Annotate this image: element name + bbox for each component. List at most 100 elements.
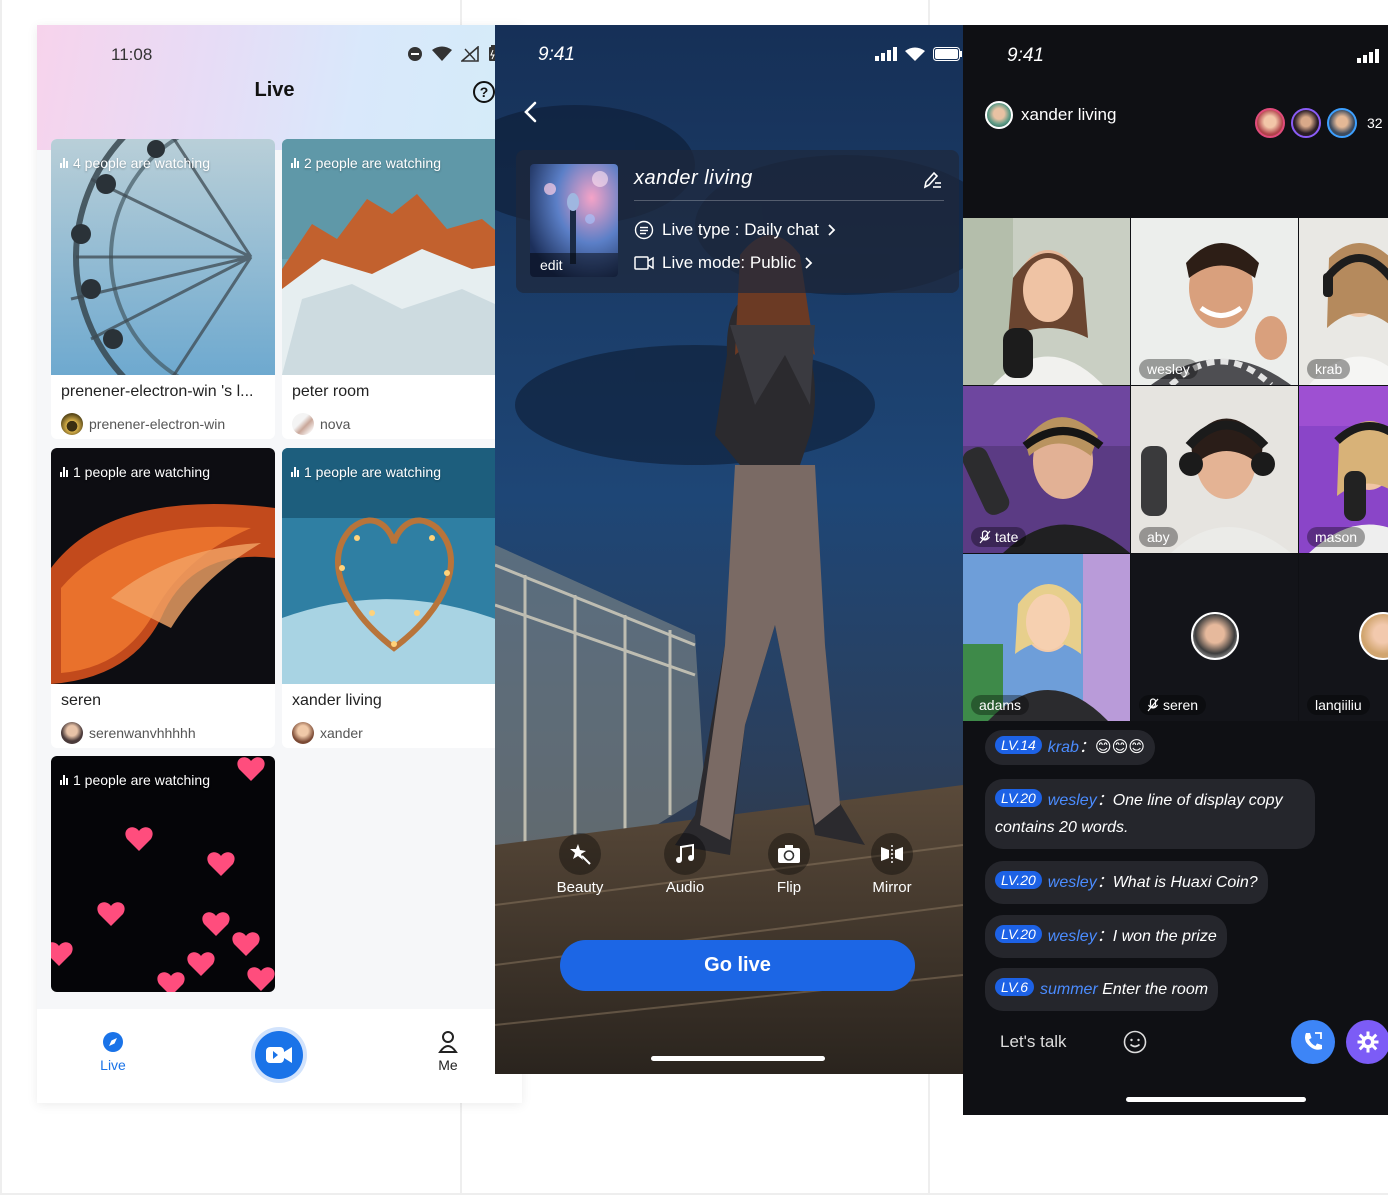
mirror-button[interactable]: Mirror: [852, 833, 932, 896]
room-cover: [282, 139, 506, 375]
avatar: [61, 413, 83, 435]
live-list-screen: 11:08 Live ? 4 people are watching prene…: [37, 25, 522, 1103]
flip-label: Flip: [776, 879, 802, 896]
chat-username[interactable]: wesley: [1048, 874, 1097, 891]
chat-username[interactable]: wesley: [1048, 792, 1097, 809]
chat-text: ：What is Huaxi Coin?: [1096, 874, 1258, 891]
video-tile[interactable]: lanqiiliu: [1299, 554, 1388, 721]
room-card[interactable]: 1 people are watching seren serenwanvhhh…: [51, 448, 275, 748]
divider: [634, 200, 944, 201]
page-title: Live: [254, 79, 295, 101]
watching-text: 1 people are watching: [73, 464, 210, 480]
video-tile[interactable]: seren: [1131, 554, 1298, 721]
magic-wand-icon: [559, 833, 601, 875]
avatar: [1191, 612, 1239, 660]
mic-off-icon: [1147, 698, 1159, 712]
level-badge: LV.14: [995, 736, 1042, 754]
chat-text: Enter the room: [1097, 981, 1209, 998]
room-cover: [51, 448, 275, 684]
owner-name: prenener-electron-win: [89, 416, 226, 432]
room-card[interactable]: 1 people are watching xander living xand…: [282, 448, 506, 748]
room-card[interactable]: 4 people are watching prenener-electron-…: [51, 139, 275, 439]
chat-username[interactable]: summer: [1040, 981, 1098, 998]
chat-message: LV.6 summer Enter the room: [985, 968, 1219, 1011]
call-button[interactable]: [1291, 1020, 1335, 1064]
watching-text: 1 people are watching: [304, 464, 441, 480]
list-icon: [634, 220, 654, 240]
owner-name: xander: [320, 725, 363, 741]
battery-icon: [933, 47, 962, 61]
avatar: [61, 722, 83, 744]
mirror-label: Mirror: [872, 879, 912, 896]
wifi-icon: [905, 47, 925, 61]
watching-text: 2 people are watching: [304, 155, 441, 171]
chat-message: LV.20 wesley：One line of display copy con…: [985, 779, 1315, 849]
beauty-button[interactable]: Beauty: [540, 833, 620, 896]
stats-icon: [60, 158, 68, 168]
watching-count: 1 people are watching: [60, 772, 210, 788]
beauty-label: Beauty: [556, 879, 604, 896]
avatar: [292, 413, 314, 435]
cover-edit-label[interactable]: edit: [530, 253, 618, 277]
room-card[interactable]: 2 people are watching peter room nova: [282, 139, 506, 439]
stats-icon: [60, 467, 68, 477]
live-type-row[interactable]: Live type : Daily chat: [634, 220, 836, 240]
video-icon: [634, 256, 654, 270]
watching-count: 4 people are watching: [60, 155, 210, 171]
watching-text: 1 people are watching: [73, 772, 210, 788]
video-tile[interactable]: adams: [963, 554, 1130, 721]
watching-count: 1 people are watching: [291, 464, 441, 480]
chat-username[interactable]: krab: [1048, 739, 1079, 756]
stats-icon: [291, 467, 299, 477]
nav-me[interactable]: Me: [430, 1031, 466, 1073]
chat-text: ：I won the prize: [1096, 928, 1217, 945]
audio-button[interactable]: Audio: [645, 833, 725, 896]
host-info[interactable]: xander living: [985, 101, 1116, 129]
go-live-button[interactable]: Go live: [560, 940, 915, 991]
status-time: 11:08: [111, 45, 153, 64]
room-cover: [51, 756, 275, 992]
live-mode-row[interactable]: Live mode: Public: [634, 253, 813, 273]
settings-button[interactable]: [1346, 1020, 1388, 1064]
emoji-icon[interactable]: [1123, 1030, 1147, 1054]
guide-line: [0, 0, 2, 1195]
chat-username[interactable]: wesley: [1048, 928, 1097, 945]
nav-live[interactable]: Live: [95, 1031, 131, 1073]
live-room-screen: 9:41 xander living 32 wesley krab tate a…: [963, 25, 1388, 1115]
home-indicator: [1126, 1097, 1306, 1102]
start-live-button[interactable]: [255, 1031, 303, 1079]
video-tile[interactable]: krab: [1299, 218, 1388, 385]
chat-input[interactable]: Let's talk: [1000, 1032, 1067, 1052]
viewer-avatar: [1291, 108, 1321, 138]
video-tile[interactable]: tate: [963, 386, 1130, 553]
video-tile[interactable]: [963, 218, 1130, 385]
nav-live-label: Live: [100, 1057, 126, 1073]
viewer-list[interactable]: 32: [1255, 108, 1383, 138]
room-owner: prenener-electron-win: [61, 413, 225, 435]
flip-button[interactable]: Flip: [749, 833, 829, 896]
video-tile[interactable]: aby: [1131, 386, 1298, 553]
tile-name: wesley: [1139, 359, 1198, 379]
video-tile[interactable]: wesley: [1131, 218, 1298, 385]
viewer-avatar: [1255, 108, 1285, 138]
video-tile[interactable]: mason: [1299, 386, 1388, 553]
room-owner: nova: [292, 413, 350, 435]
signal-off-icon: [461, 45, 479, 62]
chat-message: LV.14 krab：😊😊😊: [985, 730, 1155, 765]
status-icons: [875, 47, 963, 61]
edit-pencil-icon[interactable]: [922, 170, 942, 190]
tile-name: mason: [1307, 527, 1366, 547]
owner-name: serenwanvhhhhh: [89, 725, 196, 741]
room-name: xander living: [634, 167, 753, 189]
level-badge: LV.20: [995, 871, 1042, 889]
room-owner: xander: [292, 722, 363, 744]
back-icon[interactable]: [523, 101, 537, 123]
compass-icon: [103, 1032, 123, 1052]
help-icon[interactable]: ?: [473, 81, 495, 103]
video-grid: wesley krab tate aby mason adams seren l…: [963, 218, 1388, 722]
room-card[interactable]: 1 people are watching: [51, 756, 275, 992]
gear-icon: [1357, 1031, 1379, 1053]
cover-image[interactable]: edit: [530, 164, 618, 277]
mic-off-icon: [979, 530, 991, 544]
user-icon: [438, 1031, 458, 1053]
